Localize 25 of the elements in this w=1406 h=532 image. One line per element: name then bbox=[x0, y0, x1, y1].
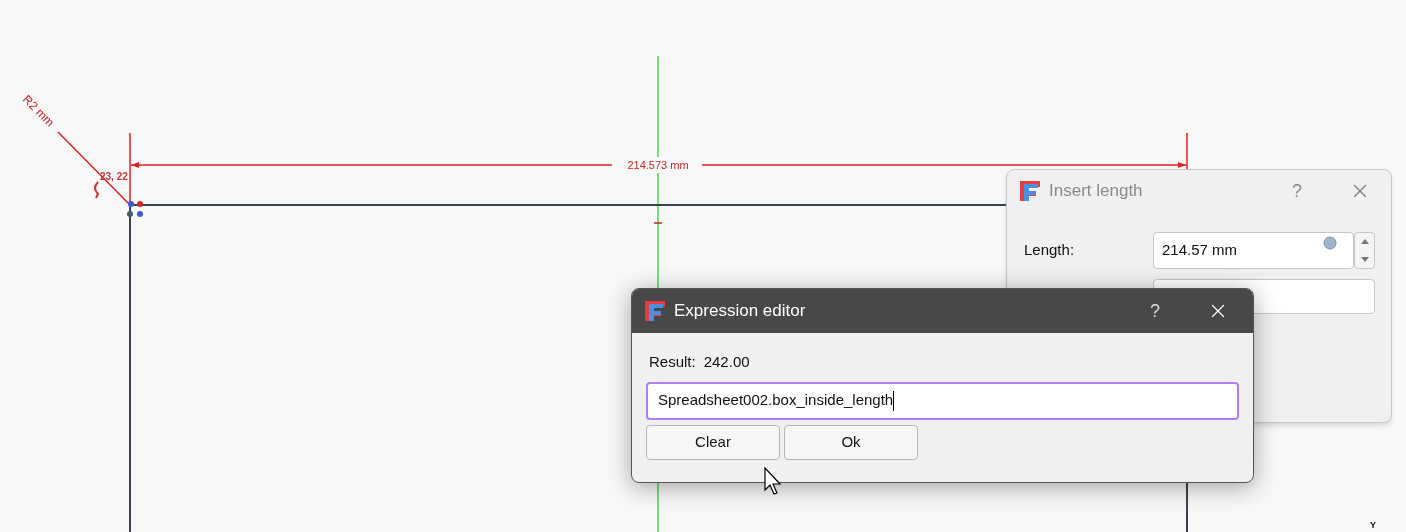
expression-icon bbox=[1323, 236, 1337, 250]
result-value: 242.00 bbox=[703, 352, 750, 372]
center-tick bbox=[653, 222, 663, 224]
cursor-icon bbox=[764, 467, 782, 495]
dialog-title: Insert length bbox=[1049, 180, 1143, 203]
app-logo-icon bbox=[644, 300, 666, 322]
length-field[interactable]: 214.57 mm bbox=[1153, 232, 1354, 269]
expression-field[interactable]: Spreadsheet002.box_inside_length bbox=[646, 381, 1239, 420]
result-label: Result: bbox=[649, 352, 696, 372]
arc-constraint-icon bbox=[94, 181, 99, 199]
expression-text: Spreadsheet002.box_inside_length bbox=[658, 390, 894, 411]
dialog-title: Expression editor bbox=[674, 300, 806, 323]
spin-buttons[interactable] bbox=[1354, 232, 1375, 269]
radius-label: R2 mm bbox=[19, 92, 58, 130]
down-arrow-icon bbox=[1360, 256, 1369, 262]
dialog-button[interactable]: Ok bbox=[784, 424, 918, 460]
up-arrow-icon bbox=[1360, 239, 1369, 245]
help-button[interactable]: ? bbox=[1135, 297, 1175, 325]
extension-line bbox=[1186, 132, 1188, 170]
app-logo-icon bbox=[1019, 180, 1041, 202]
axis-label: Y bbox=[1370, 520, 1376, 530]
dimension-label: 214.573 mm bbox=[627, 159, 689, 171]
dialog-button[interactable]: Clear bbox=[646, 424, 780, 460]
sketch-points bbox=[127, 201, 143, 217]
length-label: Length: bbox=[1024, 240, 1076, 261]
